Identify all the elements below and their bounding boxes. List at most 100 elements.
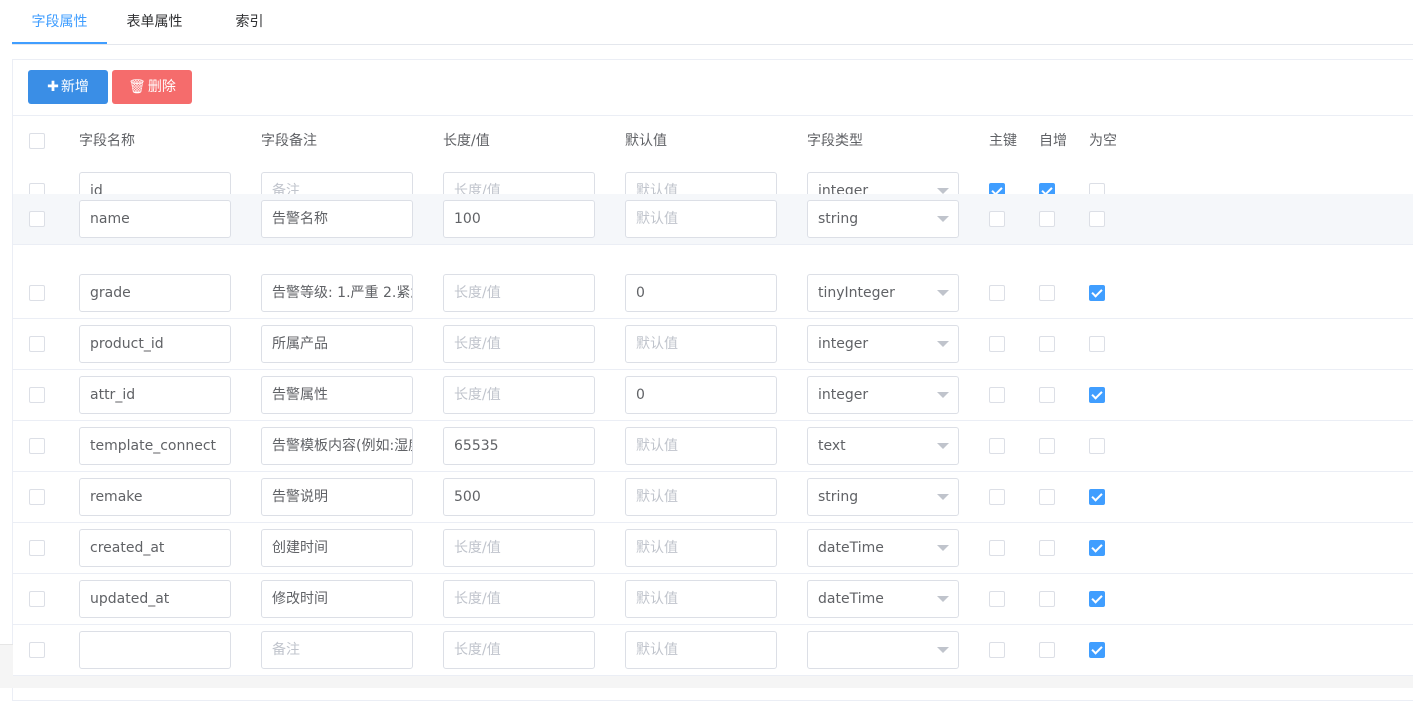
auto-increment-checkbox[interactable] [1039, 285, 1055, 301]
field-length-input[interactable]: 长度/值 [443, 529, 595, 567]
tab-bar: 字段属性 表单属性 索引 [12, 0, 1413, 45]
nullable-checkbox[interactable] [1089, 642, 1105, 658]
field-comment-input[interactable]: 告警说明 [261, 478, 413, 516]
field-comment-input[interactable]: 所属产品 [261, 325, 413, 363]
chevron-down-icon [937, 290, 949, 296]
nullable-checkbox[interactable] [1089, 489, 1105, 505]
delete-button[interactable]: 🗑 删除 [112, 70, 192, 104]
field-name-input[interactable]: updated_at [79, 580, 231, 618]
field-name-input[interactable]: created_at [79, 529, 231, 567]
field-default-input[interactable]: 默认值 [625, 631, 777, 669]
field-name-input[interactable]: remake [79, 478, 231, 516]
field-default-input[interactable]: 默认值 [625, 529, 777, 567]
field-type-select[interactable]: integer [807, 325, 959, 363]
field-name-input[interactable]: template_connect [79, 427, 231, 465]
column-header-nullable: 为空 [1089, 133, 1117, 149]
field-default-input[interactable]: 默认值 [625, 478, 777, 516]
field-length-input[interactable]: 500 [443, 478, 595, 516]
row-select-checkbox[interactable] [29, 211, 45, 227]
field-comment-input[interactable]: 创建时间 [261, 529, 413, 567]
field-name-input[interactable]: product_id [79, 325, 231, 363]
field-type-select[interactable]: integer [807, 376, 959, 414]
nullable-checkbox[interactable] [1089, 336, 1105, 352]
column-header-primary-key: 主键 [989, 133, 1017, 149]
row-select-checkbox[interactable] [29, 285, 45, 301]
primary-key-checkbox[interactable] [989, 336, 1005, 352]
field-comment-input[interactable]: 告警等级: 1.严重 2.紧急 [261, 274, 413, 312]
row-select-checkbox[interactable] [29, 591, 45, 607]
field-length-input[interactable]: 长度/值 [443, 631, 595, 669]
field-comment-input[interactable]: 告警名称 [261, 200, 413, 238]
field-type-select[interactable]: dateTime [807, 529, 959, 567]
nullable-checkbox[interactable] [1089, 211, 1105, 227]
row-select-checkbox[interactable] [29, 489, 45, 505]
tab-field-attributes[interactable]: 字段属性 [12, 0, 107, 44]
nullable-checkbox[interactable] [1089, 591, 1105, 607]
column-header-length: 长度/值 [443, 133, 490, 149]
primary-key-checkbox[interactable] [989, 489, 1005, 505]
row-select-checkbox[interactable] [29, 387, 45, 403]
chevron-down-icon [937, 443, 949, 449]
select-all-checkbox[interactable] [29, 133, 45, 149]
field-length-input[interactable]: 长度/值 [443, 580, 595, 618]
field-type-select[interactable]: dateTime [807, 580, 959, 618]
field-default-input[interactable]: 0 [625, 274, 777, 312]
field-type-select[interactable]: tinyInteger [807, 274, 959, 312]
table-row: name 告警名称 100 默认值 string [13, 194, 1413, 245]
table-row: attr_id 告警属性 长度/值 0 integer [13, 370, 1413, 421]
column-header-comment: 字段备注 [261, 133, 317, 149]
row-select-checkbox[interactable] [29, 540, 45, 556]
table-row: 备注 长度/值 默认值 [13, 625, 1413, 676]
field-comment-input[interactable]: 备注 [261, 631, 413, 669]
field-default-input[interactable]: 默认值 [625, 580, 777, 618]
row-select-checkbox[interactable] [29, 336, 45, 352]
field-name-input[interactable]: name [79, 200, 231, 238]
field-type-select[interactable] [807, 631, 959, 669]
auto-increment-checkbox[interactable] [1039, 540, 1055, 556]
field-default-input[interactable]: 默认值 [625, 325, 777, 363]
nullable-checkbox[interactable] [1089, 438, 1105, 454]
field-default-input[interactable]: 默认值 [625, 427, 777, 465]
auto-increment-checkbox[interactable] [1039, 438, 1055, 454]
auto-increment-checkbox[interactable] [1039, 336, 1055, 352]
field-comment-input[interactable]: 告警属性 [261, 376, 413, 414]
add-button[interactable]: ✚ 新增 [28, 70, 108, 104]
auto-increment-checkbox[interactable] [1039, 387, 1055, 403]
field-name-input[interactable]: grade [79, 274, 231, 312]
auto-increment-checkbox[interactable] [1039, 489, 1055, 505]
auto-increment-checkbox[interactable] [1039, 642, 1055, 658]
field-type-select[interactable]: text [807, 427, 959, 465]
field-default-input[interactable]: 默认值 [625, 200, 777, 238]
field-default-input[interactable]: 0 [625, 376, 777, 414]
field-type-select[interactable]: string [807, 478, 959, 516]
row-select-checkbox[interactable] [29, 642, 45, 658]
chevron-down-icon [937, 596, 949, 602]
primary-key-checkbox[interactable] [989, 642, 1005, 658]
auto-increment-checkbox[interactable] [1039, 211, 1055, 227]
field-comment-input[interactable]: 告警模板内容(例如:湿度 [261, 427, 413, 465]
field-length-input[interactable]: 长度/值 [443, 274, 595, 312]
auto-increment-checkbox[interactable] [1039, 591, 1055, 607]
primary-key-checkbox[interactable] [989, 387, 1005, 403]
nullable-checkbox[interactable] [1089, 285, 1105, 301]
chevron-down-icon [937, 341, 949, 347]
field-length-input[interactable]: 长度/值 [443, 376, 595, 414]
primary-key-checkbox[interactable] [989, 438, 1005, 454]
field-name-input[interactable] [79, 631, 231, 669]
field-comment-input[interactable]: 修改时间 [261, 580, 413, 618]
field-name-input[interactable]: attr_id [79, 376, 231, 414]
primary-key-checkbox[interactable] [989, 540, 1005, 556]
primary-key-checkbox[interactable] [989, 285, 1005, 301]
field-type-select[interactable]: string [807, 200, 959, 238]
tab-form-attributes[interactable]: 表单属性 [117, 0, 192, 42]
field-length-input[interactable]: 65535 [443, 427, 595, 465]
row-select-checkbox[interactable] [29, 438, 45, 454]
primary-key-checkbox[interactable] [989, 211, 1005, 227]
field-type-value: string [818, 211, 859, 227]
nullable-checkbox[interactable] [1089, 387, 1105, 403]
tab-index[interactable]: 索引 [227, 0, 272, 42]
field-length-input[interactable]: 长度/值 [443, 325, 595, 363]
field-length-input[interactable]: 100 [443, 200, 595, 238]
primary-key-checkbox[interactable] [989, 591, 1005, 607]
nullable-checkbox[interactable] [1089, 540, 1105, 556]
